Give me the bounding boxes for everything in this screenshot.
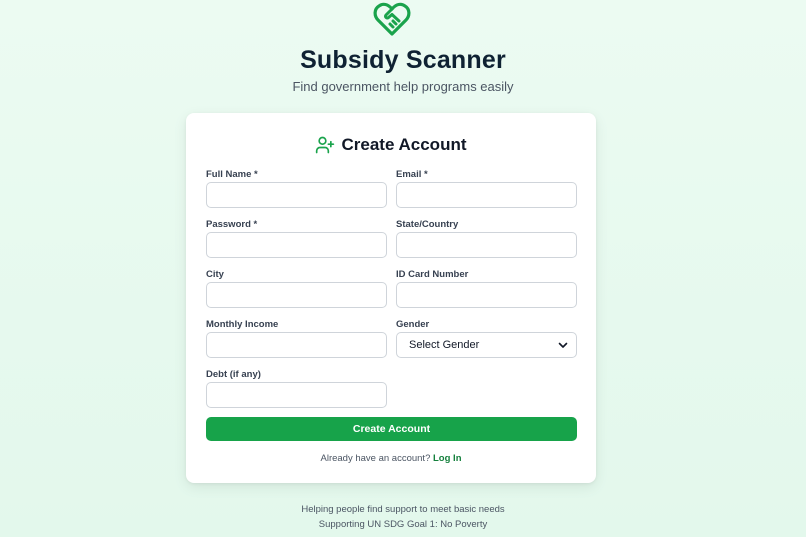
footer-sdg: Supporting UN SDG Goal 1: No Poverty [318,519,488,530]
gender-label: Gender [396,319,430,330]
login-link[interactable]: Log In [433,453,462,464]
create-account-button[interactable]: Create Account [206,417,577,441]
debt-label: Debt (if any) [206,369,261,380]
monthly-income-label: Monthly Income [206,319,279,330]
user-plus-icon [316,136,335,154]
full-name-label: Full Name * [206,169,258,180]
signup-card: Create Account Full Name * Email * Passw… [186,113,596,483]
full-name-input[interactable] [206,182,387,208]
card-title: Create Account [341,135,467,154]
city-input[interactable] [206,282,387,308]
id-card-input[interactable] [396,282,577,308]
email-label: Email * [396,169,428,180]
card-header: Create Account [186,133,596,157]
email-input[interactable] [396,182,577,208]
gender-select[interactable]: Select Gender [396,332,577,358]
id-card-label: ID Card Number [396,269,469,280]
debt-input[interactable] [206,382,387,408]
login-prompt: Already have an account? Log In [186,453,596,464]
password-input[interactable] [206,232,387,258]
gender-selected-value: Select Gender [409,339,480,351]
heart-handshake-icon [373,2,411,36]
password-label: Password * [206,219,258,230]
monthly-income-input[interactable] [206,332,387,358]
state-country-input[interactable] [396,232,577,258]
footer-tagline: Helping people find support to meet basi… [301,504,505,515]
chevron-down-icon [558,342,568,348]
state-country-label: State/Country [396,219,459,230]
app-subtitle: Find government help programs easily [292,79,514,94]
city-label: City [206,269,224,280]
app-title: Subsidy Scanner [300,46,506,74]
login-prompt-text: Already have an account? [320,453,431,464]
